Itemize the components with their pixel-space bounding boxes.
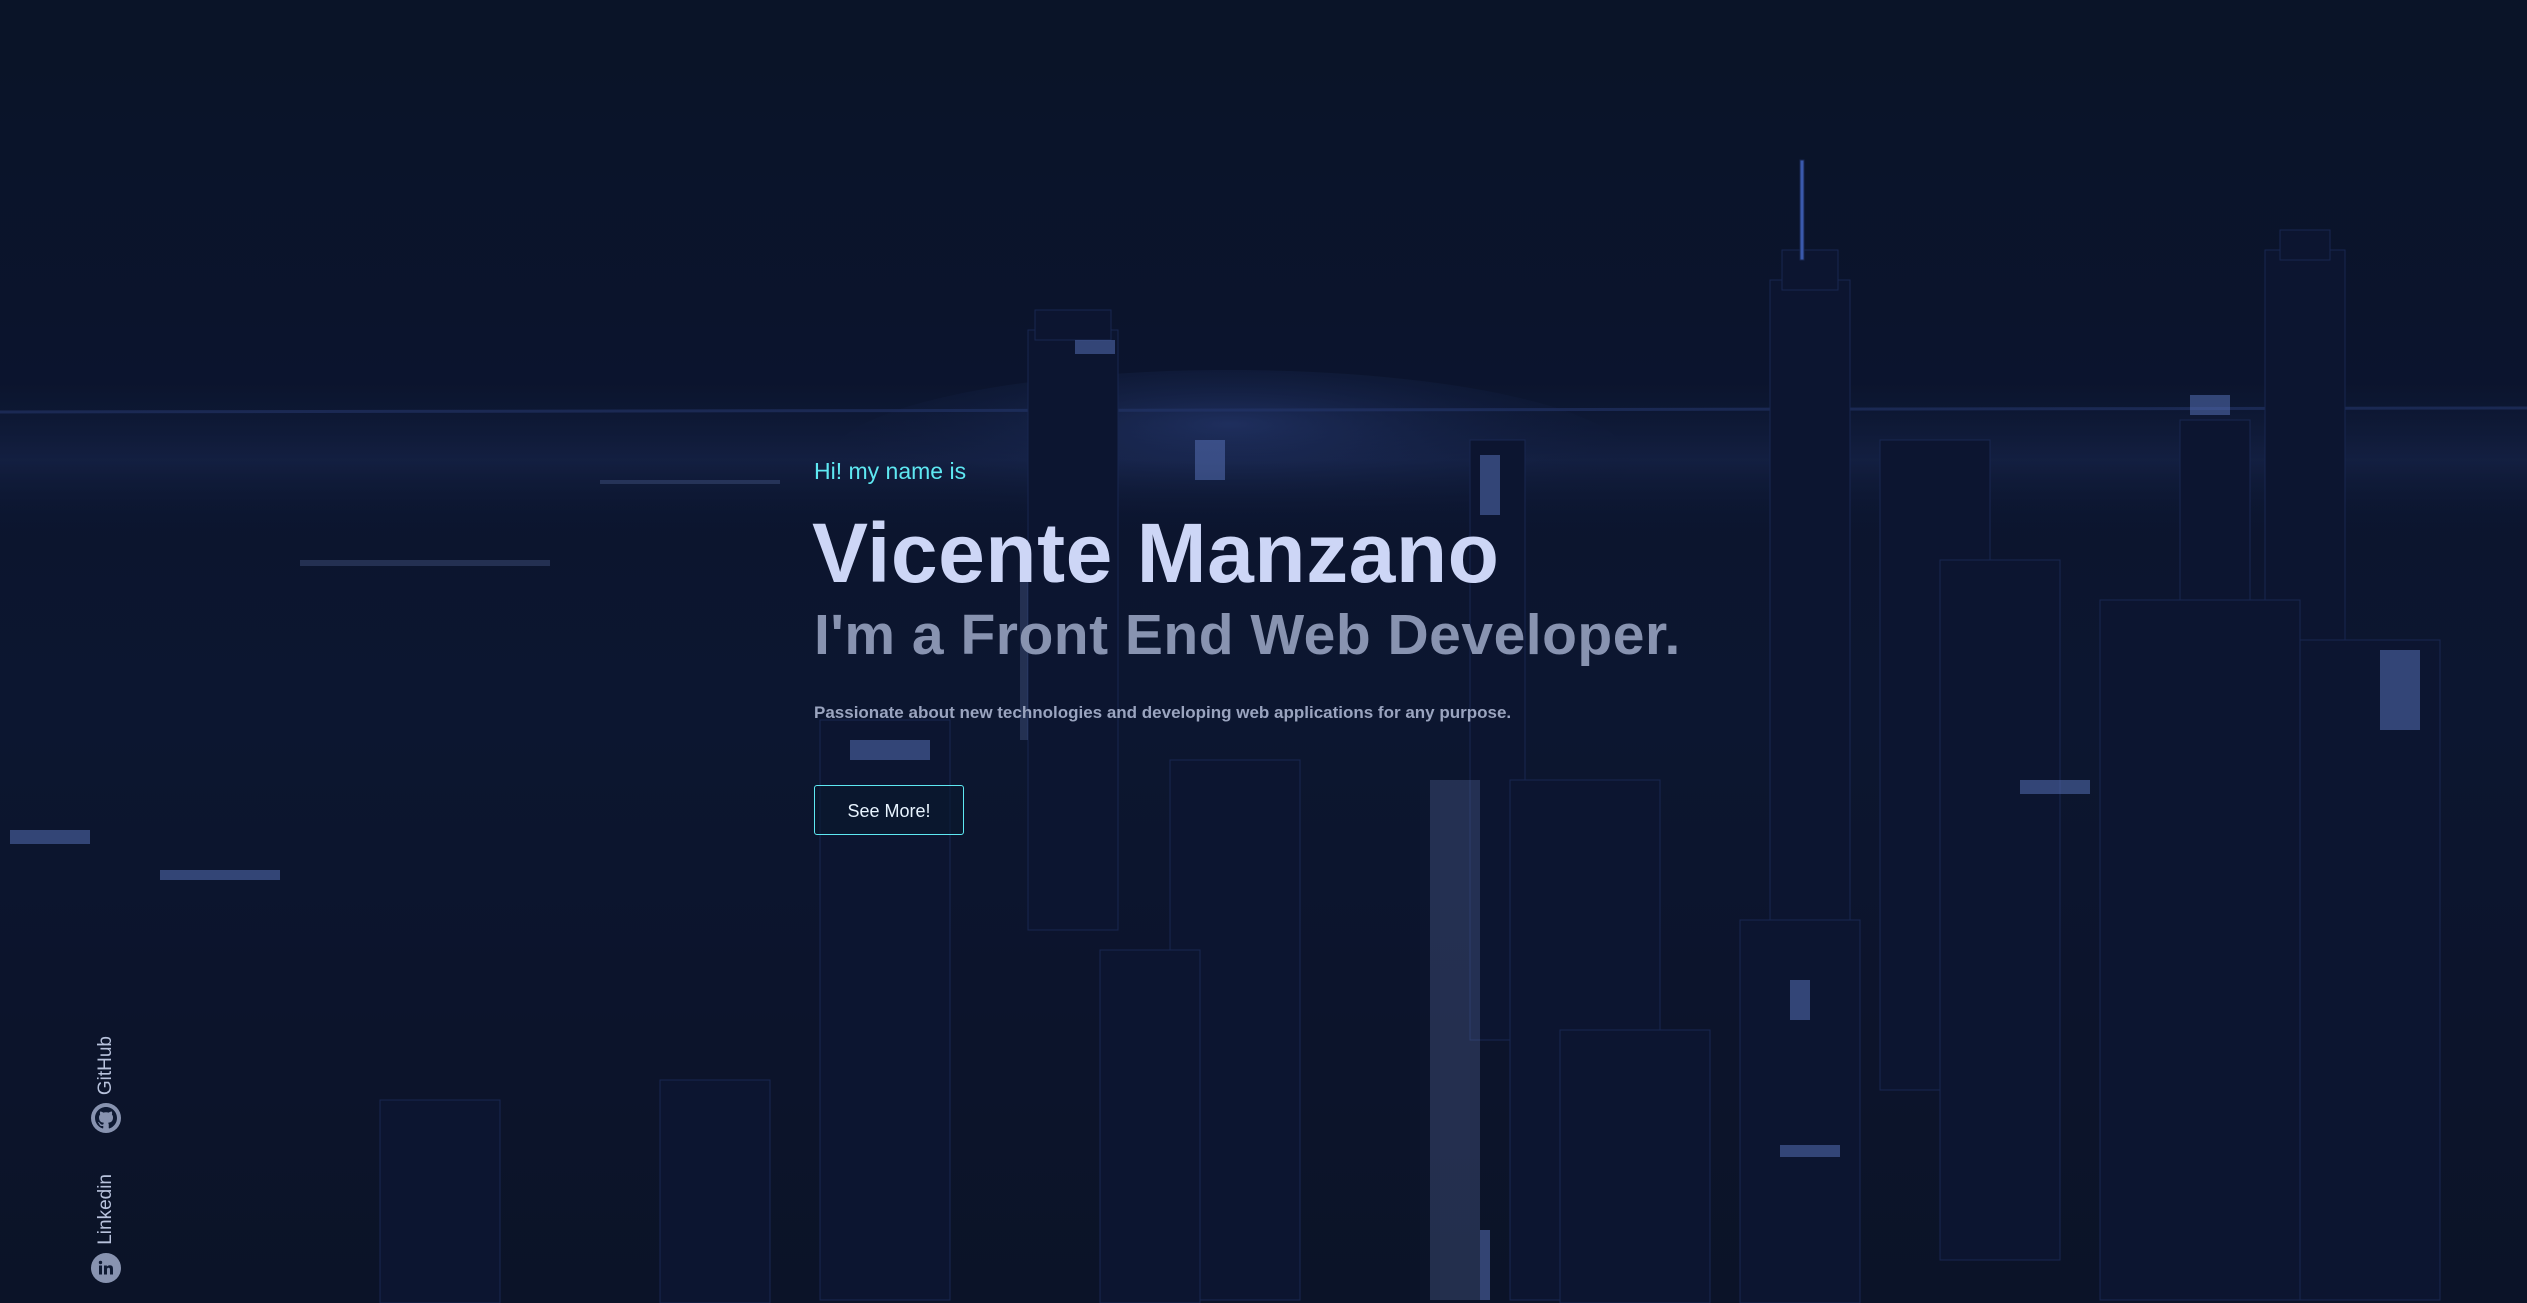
hero-content: Hi! my name is Vicente Manzano I'm a Fro… [812,455,1914,835]
social-label-github: GitHub [95,1035,116,1095]
social-label-linkedin: Linkedin [95,1174,116,1245]
github-icon [91,1103,121,1133]
hero-section: Hi! my name is Vicente Manzano I'm a Fro… [0,0,2527,1303]
role-heading: I'm a Front End Web Developer. [814,603,1681,667]
tagline-text: Passionate about new technologies and de… [814,703,1512,722]
linkedin-icon [91,1253,121,1283]
greeting-text: Hi! my name is [814,458,967,484]
social-link-linkedin[interactable]: Linkedin [89,1174,123,1283]
name-heading: Vicente Manzano [812,506,1500,600]
social-link-github[interactable]: GitHub [89,1036,123,1133]
social-links: GitHub Linkedin [89,1023,123,1283]
see-more-button[interactable]: See More! [814,785,964,835]
